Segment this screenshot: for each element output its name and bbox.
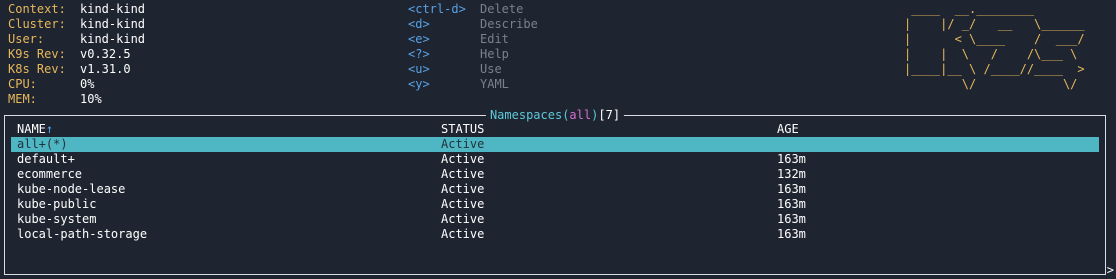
table-row[interactable]: all+(*) Active <box>11 137 1099 152</box>
info-label: User: <box>8 32 45 46</box>
table-header: NAME↑ STATUS AGE <box>11 122 1099 137</box>
info-label: K8s Rev: <box>8 62 66 76</box>
key-hint: <d> <box>408 17 430 31</box>
info-value: v1.31.0 <box>80 62 131 76</box>
cell-status: Active <box>441 212 485 226</box>
key-action: Help <box>480 47 509 61</box>
table-row[interactable]: kube-system Active 163m <box>11 212 1099 227</box>
cell-name: local-path-storage <box>17 227 148 241</box>
column-header-age[interactable]: AGE <box>777 122 799 137</box>
cell-age: 163m <box>777 197 806 211</box>
cell-status: Active <box>441 167 485 181</box>
sort-asc-icon: ↑ <box>45 122 54 136</box>
cell-age: 163m <box>777 152 806 166</box>
info-value: kind-kind <box>80 32 146 46</box>
key-hint: <e> <box>408 32 430 46</box>
cell-status: Active <box>441 182 485 196</box>
cell-name: kube-node-lease <box>17 182 126 196</box>
key-hint: <u> <box>408 62 430 76</box>
cell-status: Active <box>441 152 485 166</box>
cell-name: kube-public <box>17 197 97 211</box>
info-label: K9s Rev: <box>8 47 66 61</box>
info-k9s-rev: K9s Rev: v0.32.5 <box>8 47 145 62</box>
info-context: Context: kind-kind <box>8 2 145 17</box>
info-label: CPU: <box>8 77 37 91</box>
info-value: kind-kind <box>80 2 146 16</box>
cell-name: default+ <box>17 152 75 166</box>
info-value: 0% <box>80 77 95 91</box>
info-value: 10% <box>80 92 102 106</box>
view-title-name: Namespaces <box>489 108 563 122</box>
key-hint: <ctrl-d> <box>408 2 466 16</box>
info-k8s-rev: K8s Rev: v1.31.0 <box>8 62 145 77</box>
view-title-count: 7 <box>605 108 613 122</box>
column-header-name[interactable]: NAME↑ <box>17 122 53 137</box>
column-header-status[interactable]: STATUS <box>441 122 484 137</box>
info-cluster: Cluster: kind-kind <box>8 17 145 32</box>
keybinding-edit[interactable]: <e> Edit <box>408 32 538 47</box>
cell-name: kube-system <box>17 212 97 226</box>
info-mem: MEM: 10% <box>8 92 145 107</box>
cell-age: 163m <box>777 182 806 196</box>
cell-age: 132m <box>777 167 806 181</box>
cell-age: 163m <box>777 227 806 241</box>
table-row[interactable]: default+ Active 163m <box>11 152 1099 167</box>
keybinding-describe[interactable]: <d> Describe <box>408 17 538 32</box>
namespaces-view: Namespaces(all)[7] NAME↑ STATUS AGE all+… <box>4 108 1106 275</box>
view-title: Namespaces(all)[7] <box>485 108 625 123</box>
info-cpu: CPU: 0% <box>8 77 145 92</box>
table-row[interactable]: ecommerce Active 132m <box>11 167 1099 182</box>
namespaces-table: NAME↑ STATUS AGE all+(*) Active default+… <box>11 122 1099 242</box>
keybinding-use[interactable]: <u> Use <box>408 62 538 77</box>
key-action: Delete <box>480 2 524 16</box>
keybinding-help[interactable]: <?> Help <box>408 47 538 62</box>
key-hint: <y> <box>408 77 430 91</box>
table-row[interactable]: local-path-storage Active 163m <box>11 227 1099 242</box>
keybindings-panel: <ctrl-d> Delete <d> Describe <e> Edit <?> He… <box>408 2 538 92</box>
cell-age: 163m <box>777 212 806 226</box>
cell-status: Active <box>441 197 485 211</box>
key-action: Use <box>480 62 502 76</box>
cell-status: Active <box>441 137 485 151</box>
key-hint: <?> <box>408 47 430 61</box>
cell-name: all+(*) <box>17 137 68 151</box>
cluster-info-panel: Context: kind-kind Cluster: kind-kind User… <box>8 2 145 107</box>
table-row[interactable]: kube-node-lease Active 163m <box>11 182 1099 197</box>
key-action: YAML <box>480 77 509 91</box>
k9s-logo: ____ __.________ | |/ _/ __ \______ | < … <box>904 2 1085 91</box>
cell-status: Active <box>441 227 485 241</box>
info-user: User: kind-kind <box>8 32 145 47</box>
info-label: MEM: <box>8 92 37 106</box>
table-row[interactable]: kube-public Active 163m <box>11 197 1099 212</box>
keybinding-delete[interactable]: <ctrl-d> Delete <box>408 2 538 17</box>
scroll-right-indicator: > <box>1106 263 1114 277</box>
info-label: Context: <box>8 2 66 16</box>
info-label: Cluster: <box>8 17 66 31</box>
info-value: v0.32.5 <box>80 47 131 61</box>
view-title-filter: all <box>569 108 592 122</box>
cell-name: ecommerce <box>17 167 83 181</box>
key-action: Describe <box>480 17 538 31</box>
info-value: kind-kind <box>80 17 146 31</box>
keybinding-yaml[interactable]: <y> YAML <box>408 77 538 92</box>
key-action: Edit <box>480 32 509 46</box>
